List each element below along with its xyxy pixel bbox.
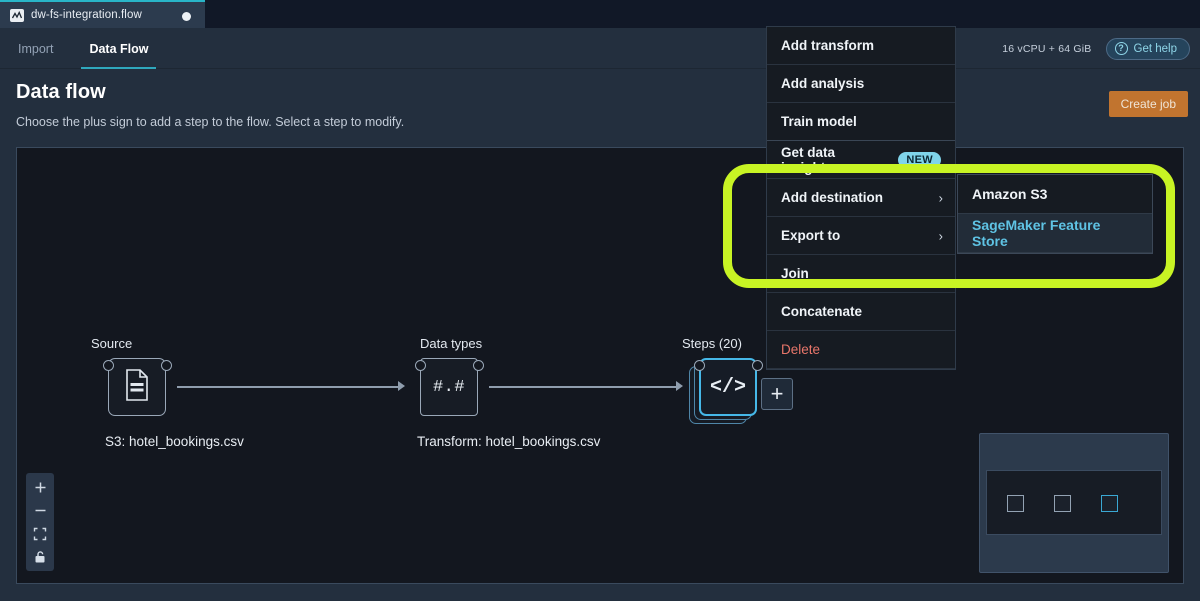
menu-item-concatenate[interactable]: Concatenate bbox=[767, 293, 955, 331]
get-help-button[interactable]: ? Get help bbox=[1105, 37, 1190, 60]
flow-node-data-types-caption: Transform: hotel_bookings.csv bbox=[417, 434, 601, 449]
connector-arrowhead-2 bbox=[676, 381, 683, 391]
menu-item-train-model-label: Train model bbox=[781, 114, 857, 129]
menu-item-add-analysis[interactable]: Add analysis bbox=[767, 65, 955, 103]
menu-item-join-label: Join bbox=[781, 266, 809, 281]
flow-file-icon bbox=[10, 8, 24, 22]
menu-item-get-data-insights-label: Get data insights bbox=[781, 144, 836, 175]
menu-item-export-to[interactable]: Export to › bbox=[767, 217, 955, 255]
page-title-bar: Data flow Choose the plus sign to add a … bbox=[0, 69, 1200, 147]
number-format-icon: #.# bbox=[432, 377, 466, 397]
instance-size-label: 16 vCPU + 64 GiB bbox=[1002, 42, 1092, 55]
menu-item-export-to-label: Export to bbox=[781, 228, 841, 243]
flow-node-source-caption: S3: hotel_bookings.csv bbox=[105, 434, 244, 449]
steps-node-input-port[interactable] bbox=[693, 359, 705, 371]
chevron-right-icon: › bbox=[938, 190, 943, 205]
data-types-node-box[interactable]: #.# bbox=[420, 358, 478, 416]
chevron-right-icon-export: › bbox=[938, 228, 943, 243]
header-right-cluster: 16 vCPU + 64 GiB ? Get help bbox=[1002, 28, 1190, 69]
menu-item-get-data-insights[interactable]: Get data insights NEW bbox=[767, 141, 955, 179]
file-tab-dw-fs-integration[interactable]: dw-fs-integration.flow bbox=[0, 0, 205, 28]
menu-item-add-destination[interactable]: Add destination › bbox=[767, 179, 955, 217]
submenu-item-sagemaker-feature-store[interactable]: SageMaker Feature Store bbox=[958, 214, 1152, 253]
add-step-button[interactable]: + bbox=[761, 378, 793, 410]
canvas-zoom-controls bbox=[26, 473, 54, 571]
file-document-icon bbox=[124, 368, 150, 406]
source-node-input-port[interactable] bbox=[102, 359, 114, 371]
header-tab-list: Import Data Flow bbox=[0, 28, 166, 69]
window-tab-strip: dw-fs-integration.flow bbox=[0, 0, 1200, 28]
menu-item-add-transform-label: Add transform bbox=[781, 38, 875, 53]
minimap-viewport[interactable] bbox=[986, 470, 1162, 535]
new-badge: NEW bbox=[898, 151, 941, 168]
menu-item-add-transform[interactable]: Add transform bbox=[767, 27, 955, 65]
file-tab-label: dw-fs-integration.flow bbox=[31, 9, 142, 21]
tab-data-flow[interactable]: Data Flow bbox=[71, 28, 166, 69]
step-context-menu: Add transform Add analysis Train model G… bbox=[766, 26, 1153, 370]
menu-item-add-destination-label: Add destination bbox=[781, 190, 883, 205]
data-wrangler-window: dw-fs-integration.flow Import Data Flow … bbox=[0, 0, 1200, 601]
data-types-node-input-port[interactable] bbox=[414, 359, 426, 371]
zoom-out-button[interactable] bbox=[26, 499, 54, 522]
menu-item-add-analysis-label: Add analysis bbox=[781, 76, 865, 91]
connector-arrowhead-1 bbox=[398, 381, 405, 391]
unsaved-indicator-dot bbox=[182, 12, 191, 21]
minimap-node-1 bbox=[1007, 495, 1024, 512]
app-header: Import Data Flow 16 vCPU + 64 GiB ? Get … bbox=[0, 28, 1200, 69]
menu-item-delete-label: Delete bbox=[781, 342, 821, 357]
question-circle-icon: ? bbox=[1114, 42, 1128, 55]
minimap-node-3-selected bbox=[1101, 495, 1118, 512]
create-job-button[interactable]: Create job bbox=[1108, 91, 1188, 117]
tab-data-flow-label: Data Flow bbox=[89, 41, 149, 56]
menu-item-concatenate-label: Concatenate bbox=[781, 304, 863, 319]
code-brackets-icon: </> bbox=[709, 375, 746, 399]
fit-view-icon[interactable] bbox=[26, 522, 54, 545]
submenu-item-amazon-s3-label: Amazon S3 bbox=[972, 186, 1048, 202]
canvas-minimap[interactable] bbox=[979, 433, 1169, 573]
source-node-output-port[interactable] bbox=[160, 359, 172, 371]
flow-node-source-label: Source bbox=[91, 336, 133, 351]
steps-node-output-port[interactable] bbox=[751, 359, 763, 371]
add-destination-submenu: Amazon S3 SageMaker Feature Store bbox=[957, 174, 1153, 254]
zoom-in-button[interactable] bbox=[26, 476, 54, 499]
get-help-label: Get help bbox=[1133, 42, 1177, 55]
page-subtitle: Choose the plus sign to add a step to th… bbox=[16, 115, 405, 129]
tab-import-label: Import bbox=[18, 41, 54, 56]
flow-node-data-types-label: Data types bbox=[420, 336, 483, 351]
submenu-item-amazon-s3[interactable]: Amazon S3 bbox=[958, 175, 1152, 214]
lock-canvas-icon[interactable] bbox=[26, 545, 54, 568]
connector-datatypes-to-steps bbox=[489, 386, 679, 388]
page-title: Data flow bbox=[16, 81, 106, 103]
tab-import[interactable]: Import bbox=[0, 28, 71, 69]
menu-item-join[interactable]: Join bbox=[767, 255, 955, 293]
flow-node-steps-label: Steps (20) bbox=[682, 336, 742, 351]
minimap-node-2 bbox=[1054, 495, 1071, 512]
source-node-box[interactable] bbox=[108, 358, 166, 416]
steps-node-box[interactable]: </> bbox=[699, 358, 757, 416]
data-types-node-output-port[interactable] bbox=[472, 359, 484, 371]
menu-item-train-model[interactable]: Train model bbox=[767, 103, 955, 141]
menu-item-delete[interactable]: Delete bbox=[767, 331, 955, 369]
connector-source-to-datatypes bbox=[177, 386, 401, 388]
submenu-item-sagemaker-feature-store-label: SageMaker Feature Store bbox=[972, 217, 1101, 249]
